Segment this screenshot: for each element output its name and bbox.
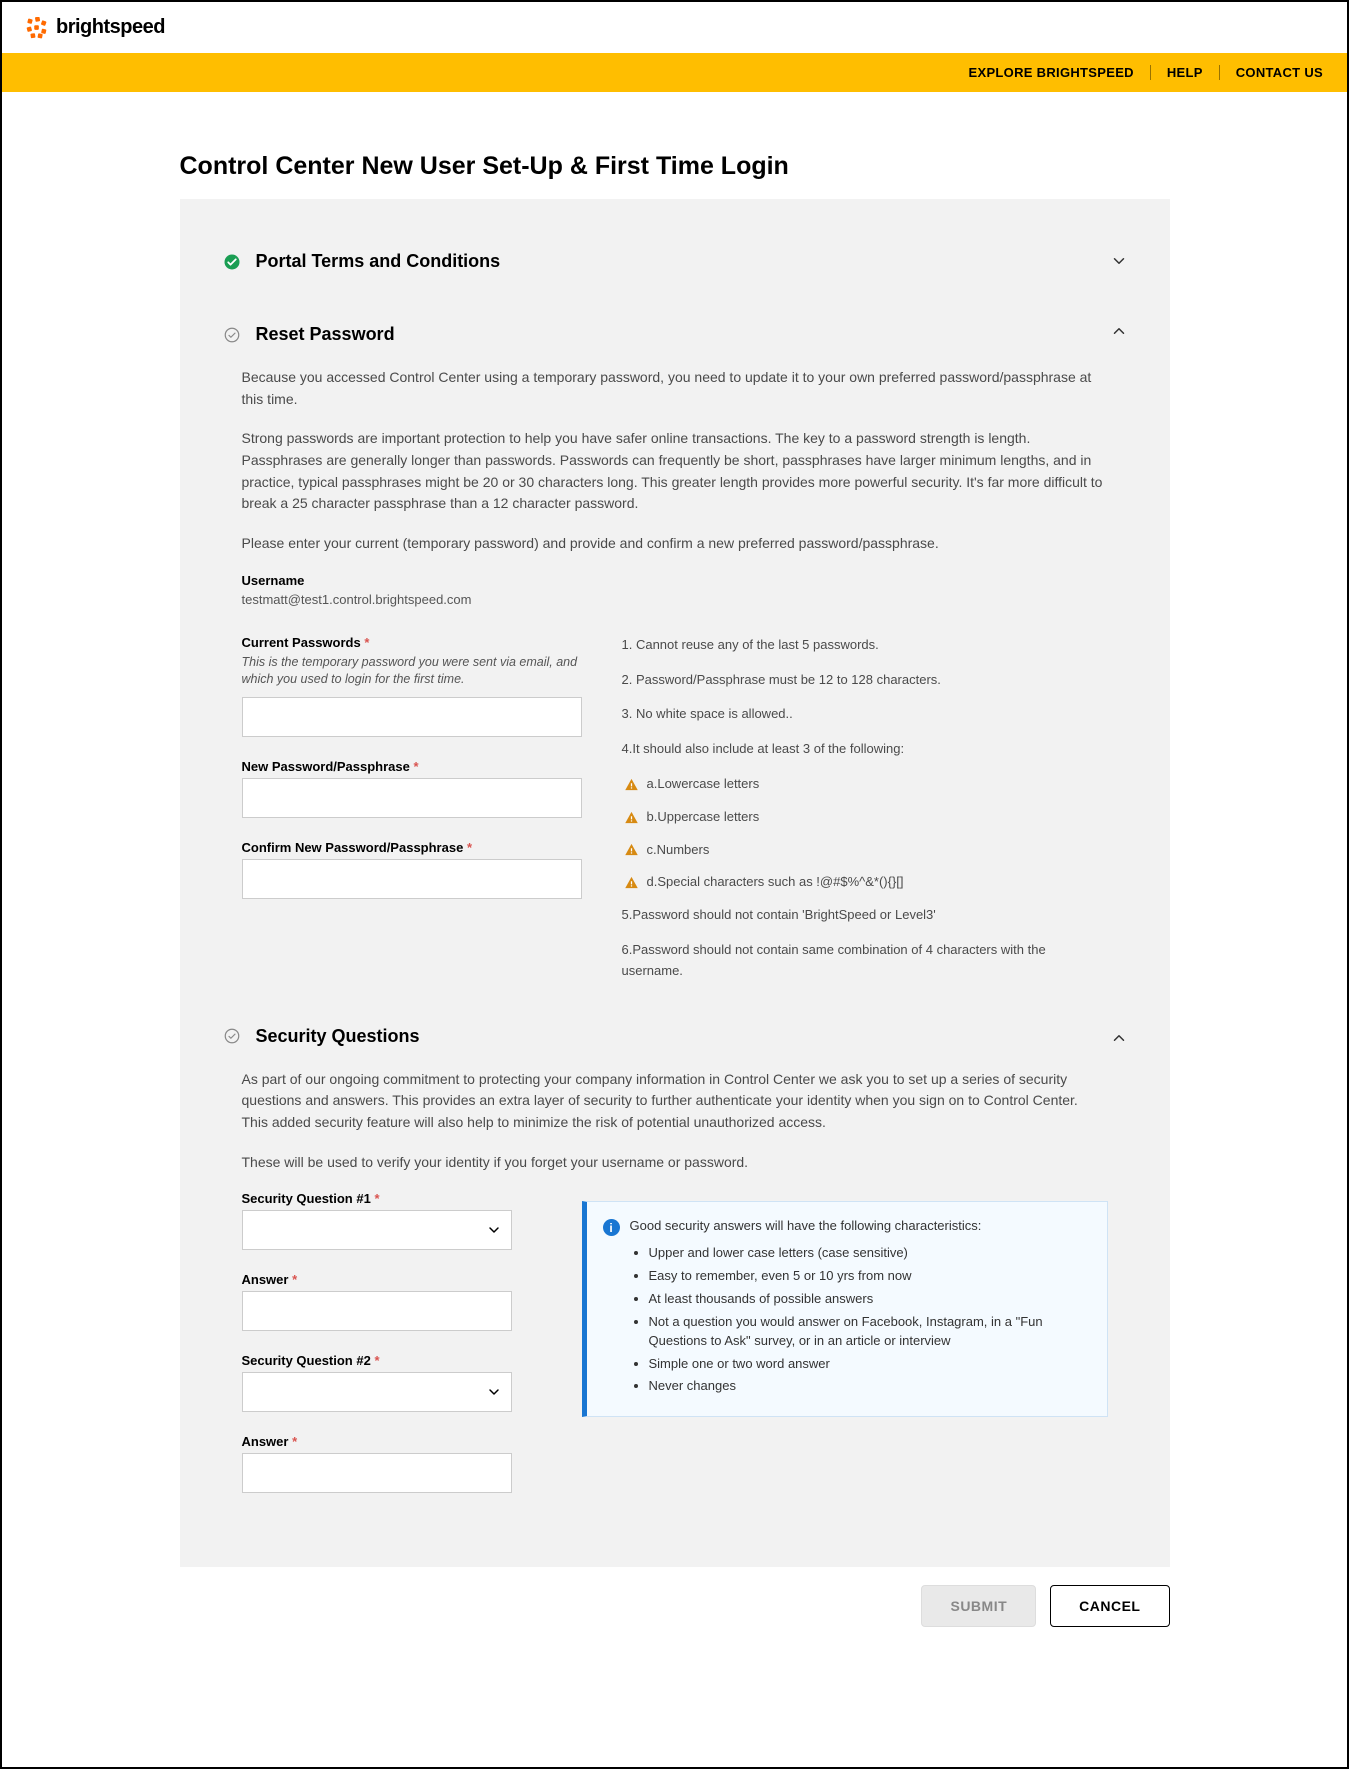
check-circle-icon: [223, 253, 241, 271]
warning-icon: [624, 875, 639, 890]
header: brightspeed: [2, 2, 1347, 53]
info-bullet: Not a question you would answer on Faceb…: [649, 1313, 1085, 1351]
security-info-box: i Good security answers will have the fo…: [582, 1201, 1108, 1417]
current-password-input[interactable]: [242, 697, 582, 737]
info-icon: i: [603, 1219, 620, 1236]
chevron-up-icon: [1110, 322, 1128, 340]
page-title: Control Center New User Set-Up & First T…: [180, 152, 1170, 181]
submit-button[interactable]: SUBMIT: [921, 1585, 1036, 1627]
form-panel: Portal Terms and Conditions Reset Passwo…: [180, 199, 1170, 1567]
current-password-hint: This is the temporary password you were …: [242, 654, 582, 689]
nav-contact[interactable]: CONTACT US: [1220, 65, 1323, 80]
username-value: testmatt@test1.control.brightspeed.com: [242, 592, 1108, 607]
security-paragraph-2: These will be used to verify your identi…: [242, 1152, 1108, 1174]
brand-logo: brightspeed: [26, 16, 165, 39]
chevron-up-icon: [1110, 1029, 1128, 1047]
info-bullet: Never changes: [649, 1377, 1085, 1396]
info-box-title: Good security answers will have the foll…: [630, 1218, 982, 1233]
info-bullet: Simple one or two word answer: [649, 1355, 1085, 1374]
top-nav: EXPLORE BRIGHTSPEED HELP CONTACT US: [2, 53, 1347, 92]
rule-6: 6.Password should not contain same combi…: [622, 940, 1108, 982]
answer-1-input[interactable]: [242, 1291, 512, 1331]
security-paragraph-1: As part of our ongoing commitment to pro…: [242, 1069, 1108, 1134]
section-reset-title: Reset Password: [256, 324, 395, 345]
section-reset-header[interactable]: Reset Password: [180, 294, 1170, 367]
info-bullet: At least thousands of possible answers: [649, 1290, 1085, 1309]
rule-2: 2. Password/Passphrase must be 12 to 128…: [622, 670, 1108, 691]
chevron-down-icon: [1110, 252, 1128, 270]
new-password-input[interactable]: [242, 778, 582, 818]
section-security-body: As part of our ongoing commitment to pro…: [180, 1069, 1170, 1528]
rule-1: 1. Cannot reuse any of the last 5 passwo…: [622, 635, 1108, 656]
rule-4a: a.Lowercase letters: [622, 774, 1108, 795]
warning-icon: [624, 810, 639, 825]
rule-5: 5.Password should not contain 'BrightSpe…: [622, 905, 1108, 926]
password-rules: 1. Cannot reuse any of the last 5 passwo…: [622, 635, 1108, 996]
circle-check-outline-icon: [223, 1027, 241, 1045]
answer-2-input[interactable]: [242, 1453, 512, 1493]
section-reset-body: Because you accessed Control Center usin…: [180, 367, 1170, 1008]
brand-name: brightspeed: [56, 16, 165, 39]
question-2-select[interactable]: [242, 1372, 512, 1412]
reset-paragraph-1: Because you accessed Control Center usin…: [242, 367, 1108, 410]
current-password-label: Current Passwords *: [242, 635, 582, 650]
nav-help[interactable]: HELP: [1151, 65, 1220, 80]
rule-4b: b.Uppercase letters: [622, 807, 1108, 828]
rule-4d: d.Special characters such as !@#$%^&*(){…: [622, 872, 1108, 893]
section-security-title: Security Questions: [256, 1026, 420, 1047]
reset-paragraph-3: Please enter your current (temporary pas…: [242, 533, 1108, 555]
info-bullet: Upper and lower case letters (case sensi…: [649, 1244, 1085, 1263]
username-label: Username: [242, 573, 1108, 588]
question-1-label: Security Question #1 *: [242, 1191, 542, 1206]
rule-4c: c.Numbers: [622, 840, 1108, 861]
section-security-header[interactable]: Security Questions: [180, 1008, 1170, 1069]
section-terms-header[interactable]: Portal Terms and Conditions: [180, 227, 1170, 294]
confirm-password-input[interactable]: [242, 859, 582, 899]
section-terms-title: Portal Terms and Conditions: [256, 251, 501, 272]
question-1-select[interactable]: [242, 1210, 512, 1250]
action-row: SUBMIT CANCEL: [180, 1567, 1170, 1627]
rule-3: 3. No white space is allowed..: [622, 704, 1108, 725]
reset-paragraph-2: Strong passwords are important protectio…: [242, 428, 1108, 515]
nav-explore[interactable]: EXPLORE BRIGHTSPEED: [953, 65, 1151, 80]
new-password-label: New Password/Passphrase *: [242, 759, 582, 774]
logo-icon: [26, 17, 48, 39]
circle-check-outline-icon: [223, 326, 241, 344]
question-2-label: Security Question #2 *: [242, 1353, 542, 1368]
info-bullet: Easy to remember, even 5 or 10 yrs from …: [649, 1267, 1085, 1286]
answer-1-label: Answer *: [242, 1272, 542, 1287]
warning-icon: [624, 777, 639, 792]
warning-icon: [624, 842, 639, 857]
cancel-button[interactable]: CANCEL: [1050, 1585, 1169, 1627]
rule-4: 4.It should also include at least 3 of t…: [622, 739, 1108, 760]
confirm-password-label: Confirm New Password/Passphrase *: [242, 840, 582, 855]
answer-2-label: Answer *: [242, 1434, 542, 1449]
